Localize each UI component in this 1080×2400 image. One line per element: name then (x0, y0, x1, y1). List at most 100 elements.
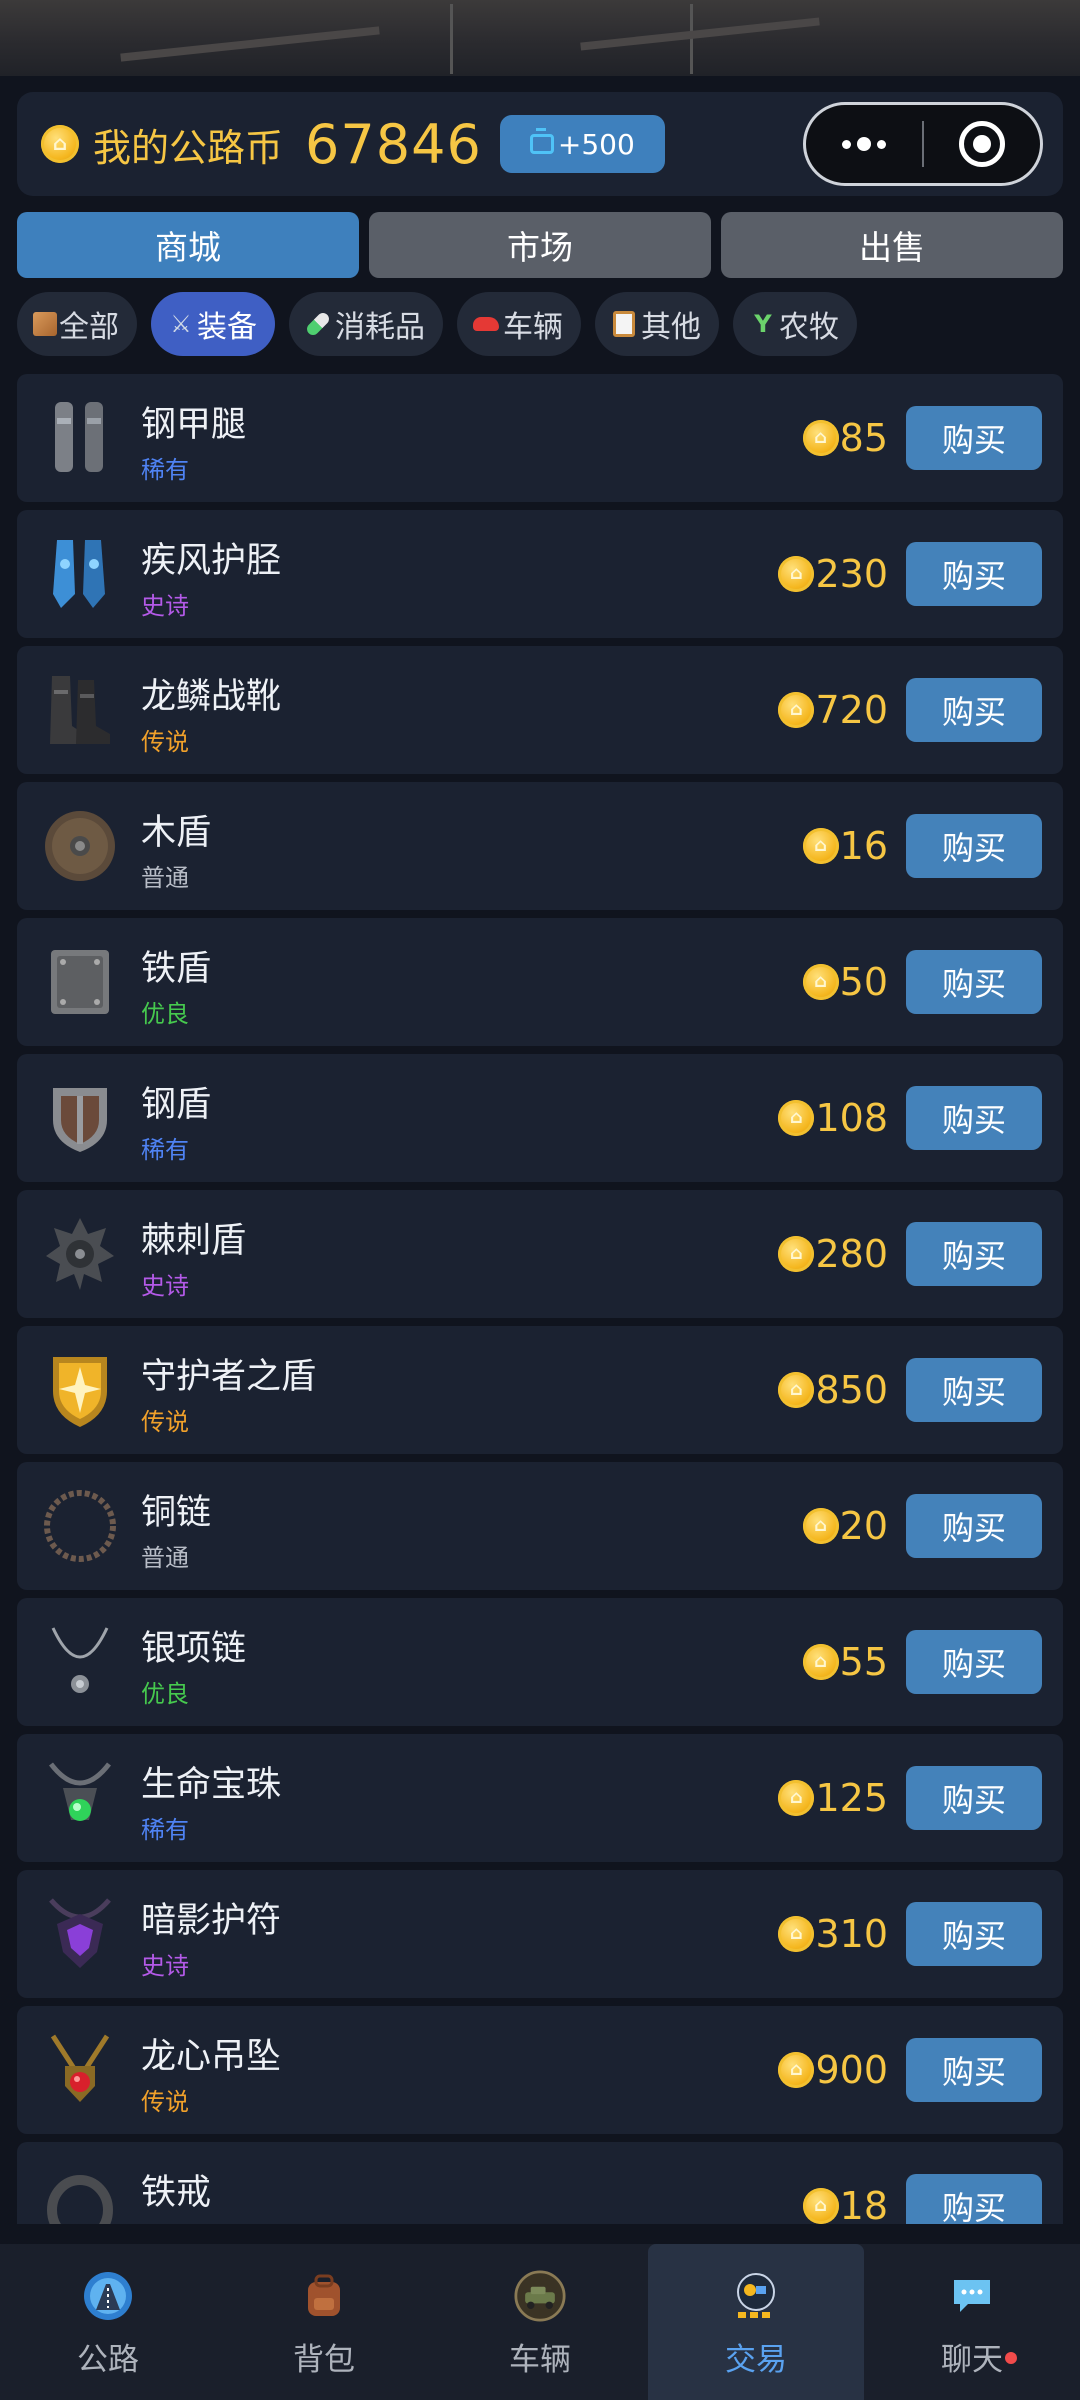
price-value: 850 (815, 1368, 888, 1412)
vehicle-badge-icon (514, 2270, 566, 2322)
item-price: ⌂ 720 (778, 686, 888, 734)
buy-button[interactable]: 购买 (906, 950, 1042, 1014)
buy-button[interactable]: 购买 (906, 1494, 1042, 1558)
more-options-button[interactable] (806, 137, 922, 151)
buy-button[interactable]: 购买 (906, 2174, 1042, 2224)
road-coin-icon: ⌂ (778, 1780, 815, 1816)
road-coin-icon: ⌂ (41, 125, 79, 163)
road-coin-icon: ⌂ (802, 420, 839, 456)
item-rarity: 史诗 (141, 1272, 189, 1300)
watch-ad-reward-button[interactable]: +500 (499, 115, 665, 173)
item-rarity: 普通 (141, 2218, 189, 2224)
item-name: 铁戒 (141, 2173, 212, 2213)
item-price: ⌂ 55 (802, 1638, 888, 1686)
buy-button[interactable]: 购买 (906, 406, 1042, 470)
item-name: 铁盾 (141, 949, 212, 989)
buy-button[interactable]: 购买 (906, 1086, 1042, 1150)
buy-button[interactable]: 购买 (906, 1766, 1042, 1830)
road-coin-icon: ⌂ (802, 1644, 839, 1680)
road-coin-icon: ⌂ (802, 964, 839, 1000)
category-label: 全部 (59, 310, 119, 345)
price-value: 85 (839, 416, 888, 460)
category-label: 农牧 (779, 310, 839, 345)
nav-label: 聊天 (941, 2342, 1003, 2378)
dot-icon (857, 137, 871, 151)
tab-market[interactable]: 市场 (369, 212, 711, 278)
price-value: 55 (839, 1640, 888, 1684)
buy-button[interactable]: 购买 (906, 1630, 1042, 1694)
nav-item-backpack[interactable]: 背包 (216, 2244, 432, 2400)
item-rarity: 普通 (141, 864, 189, 892)
bottom-navigation: 公路 背包 车辆 交易 聊天 (0, 2244, 1080, 2400)
road-globe-icon (82, 2270, 134, 2322)
buy-button[interactable]: 购买 (906, 1902, 1042, 1966)
item-name: 钢甲腿 (141, 405, 247, 445)
dot-icon (877, 139, 886, 149)
road-coin-icon: ⌂ (802, 2188, 839, 2224)
trade-market-icon (730, 2270, 782, 2322)
category-chip-all[interactable]: 全部 (17, 292, 137, 356)
greaves-icon (39, 396, 121, 480)
target-icon (958, 121, 1005, 167)
item-price: ⌂ 230 (778, 550, 888, 598)
iron-ring-icon (39, 2164, 121, 2224)
road-coin-icon: ⌂ (778, 1916, 815, 1952)
backpack-icon (298, 2270, 350, 2322)
box-icon (33, 312, 57, 336)
buy-button[interactable]: 购买 (906, 814, 1042, 878)
category-filter: 全部 ⚔ 装备 消耗品 车辆 其他 Y 农牧 (17, 292, 857, 356)
shadow-amulet-icon (39, 1892, 121, 1976)
category-chip-farming[interactable]: Y 农牧 (733, 292, 857, 356)
car-icon (473, 310, 501, 338)
item-price: ⌂ 280 (778, 1230, 888, 1278)
shop-tabs: 商城 市场 出售 (17, 212, 1063, 278)
sprout-icon: Y (754, 310, 772, 338)
item-price: ⌂ 50 (802, 958, 888, 1006)
nav-label: 交易 (725, 2342, 787, 2378)
clipboard-icon (611, 310, 639, 338)
road-coin-icon: ⌂ (778, 556, 815, 592)
list-item: 铜链 普通 ⌂ 20 购买 (17, 1462, 1063, 1590)
bridge-beam (580, 17, 820, 51)
buy-button[interactable]: 购买 (906, 1358, 1042, 1422)
life-orb-icon (39, 1756, 121, 1840)
item-rarity: 稀有 (141, 1816, 189, 1844)
list-item: 钢盾 稀有 ⌂ 108 购买 (17, 1054, 1063, 1182)
list-item: 铁戒 普通 ⌂18 购买 (17, 2142, 1063, 2224)
nav-item-trade[interactable]: 交易 (648, 2244, 864, 2400)
category-chip-vehicles[interactable]: 车辆 (457, 292, 581, 356)
buy-button[interactable]: 购买 (906, 2038, 1042, 2102)
nav-item-vehicles[interactable]: 车辆 (432, 2244, 648, 2400)
crossed-swords-icon: ⚔ (170, 310, 192, 338)
item-price: ⌂ 16 (802, 822, 888, 870)
wallet-header: ⌂ 我的公路币 67846 +500 (17, 92, 1063, 196)
tab-shop[interactable]: 商城 (17, 212, 359, 278)
buy-button[interactable]: 购买 (906, 1222, 1042, 1286)
item-name: 生命宝珠 (141, 1765, 282, 1805)
list-item: 棘刺盾 史诗 ⌂ 280 购买 (17, 1190, 1063, 1318)
unread-badge-dot (1005, 2352, 1017, 2364)
list-item: 疾风护胫 史诗 ⌂ 230 购买 (17, 510, 1063, 638)
category-chip-equipment[interactable]: ⚔ 装备 (151, 292, 275, 356)
road-coin-icon: ⌂ (778, 1372, 815, 1408)
category-chip-consumables[interactable]: 消耗品 (289, 292, 443, 356)
wallet-label: 我的公路币 (93, 125, 284, 170)
close-miniprogram-button[interactable] (924, 121, 1040, 167)
price-value: 900 (815, 2048, 888, 2092)
item-rarity: 普通 (141, 1544, 189, 1572)
buy-button[interactable]: 购买 (906, 678, 1042, 742)
list-item: 龙鳞战靴 传说 ⌂ 720 购买 (17, 646, 1063, 774)
nav-item-road[interactable]: 公路 (0, 2244, 216, 2400)
category-chip-other[interactable]: 其他 (595, 292, 719, 356)
item-list: 钢甲腿 稀有 ⌂ 85 购买 疾风护胫 史诗 ⌂ 230 购买 龙鳞战靴 传说 ⌂ 7… (17, 374, 1063, 2224)
item-price: ⌂ 18 (802, 2182, 888, 2224)
nav-item-chat[interactable]: 聊天 (864, 2244, 1080, 2400)
tab-sell[interactable]: 出售 (721, 212, 1063, 278)
item-rarity: 优良 (141, 1000, 189, 1028)
buy-button[interactable]: 购买 (906, 542, 1042, 606)
item-rarity: 传说 (141, 1408, 189, 1436)
dragon-boots-icon (39, 668, 121, 752)
item-name: 木盾 (141, 813, 212, 853)
price-value: 20 (839, 1504, 888, 1548)
list-item: 龙心吊坠 传说 ⌂ 900 购买 (17, 2006, 1063, 2134)
